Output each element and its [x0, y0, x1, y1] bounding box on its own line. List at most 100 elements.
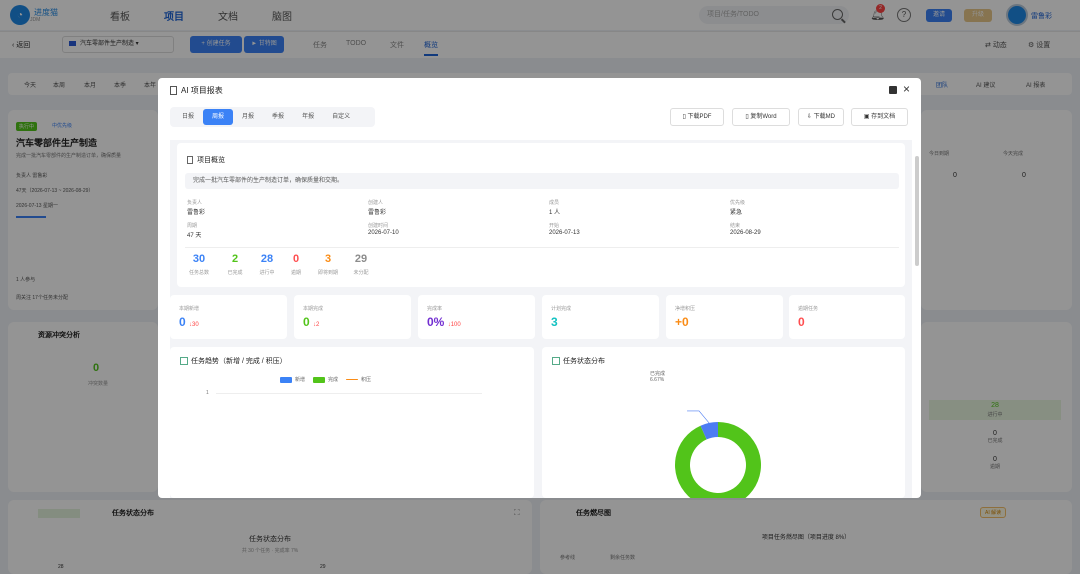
meta-period-label: 周期: [187, 223, 198, 229]
trend-legend: 新增 完成 积压: [280, 376, 371, 383]
meta-created-label: 创建时间: [368, 223, 389, 229]
kpi-backlog: 净增积压 +0: [666, 295, 783, 339]
stat-total: 30: [192, 253, 206, 265]
kpi-completed-value: 0 ↓2: [303, 315, 319, 329]
pie-label-leader: [687, 410, 710, 424]
kpi-planned-value: 3: [551, 315, 558, 329]
save-to-doc-button[interactable]: ▣ 存到文档: [851, 108, 908, 126]
kpi-completed-delta: ↓2: [313, 322, 320, 328]
stat-done: 2: [231, 253, 239, 265]
overview-desc: 完成一批汽车零部件的生产制造订单，确保质量和交期。: [185, 173, 899, 189]
ai-report-modal: AI 项目报表 × 日报 周报 月报 季报 年报 自定义 ▯ 下载PDF ▯ 复…: [158, 78, 921, 498]
kpi-rate: 完成率 0% ↓100: [418, 295, 535, 339]
meta-members: 1 人: [549, 210, 561, 216]
kpi-rate-label: 完成率: [427, 306, 443, 312]
stat-doing: 28: [260, 253, 274, 265]
save-to-doc-label: 存到文档: [871, 114, 896, 120]
kpi-backlog-value: +0: [675, 315, 689, 329]
kpi-overdue-number: 0: [798, 315, 805, 329]
legend-swatch-backlog: [346, 379, 359, 380]
download-md-label: 下载MD: [813, 114, 836, 120]
meta-priority-label: 优先级: [730, 200, 746, 206]
legend-backlog[interactable]: 积压: [361, 376, 371, 383]
overview-title-text: 项目概览: [197, 157, 225, 164]
meta-created: 2026-07-10: [368, 230, 399, 236]
meta-creator-label: 创建人: [368, 200, 384, 206]
kpi-rate-number: 0%: [427, 315, 445, 329]
tab-quarterly[interactable]: 季报: [263, 109, 293, 125]
kpi-new-number: 0: [179, 315, 186, 329]
copy-word-button[interactable]: ▯ 复制Word: [732, 108, 790, 126]
tab-daily[interactable]: 日报: [173, 109, 203, 125]
report-content: 项目概览 完成一批汽车零部件的生产制造订单，确保质量和交期。 负责人 雷鲁彩 创…: [170, 140, 912, 498]
kpi-rate-value: 0% ↓100: [427, 315, 461, 329]
download-pdf-button[interactable]: ▯ 下载PDF: [670, 108, 724, 126]
pie-chart-icon: [552, 357, 560, 366]
meta-start-label: 开始: [549, 223, 560, 229]
trend-title: 任务趋势（新增 / 完成 / 积压）: [180, 356, 287, 366]
tab-monthly[interactable]: 月报: [233, 109, 263, 125]
stat-doing-label: 进行中: [259, 270, 275, 276]
clipboard-icon: [187, 156, 193, 165]
legend-swatch-new: [280, 376, 292, 383]
overview-divider: [185, 247, 899, 248]
kpi-overdue: 逾期任务 0: [789, 295, 905, 339]
pie-title: 任务状态分布: [552, 356, 605, 366]
legend-new[interactable]: 新增: [295, 376, 305, 383]
download-md-button[interactable]: ⇩ 下载MD: [798, 108, 844, 126]
legend-done[interactable]: 完成: [328, 376, 338, 383]
kpi-overdue-label: 逾期任务: [798, 306, 819, 312]
stat-due-soon-label: 即将到期: [317, 270, 338, 276]
kpi-new-value: 0 ↓30: [179, 315, 199, 329]
trend-grid-line: [216, 393, 482, 394]
kpi-new-label: 本期新增: [179, 306, 200, 312]
minimize-icon[interactable]: [889, 86, 897, 94]
trend-title-text: 任务趋势（新增 / 完成 / 积压）: [191, 358, 287, 365]
kpi-planned-label: 计划完成: [551, 306, 572, 312]
kpi-backlog-number: +0: [675, 315, 689, 329]
document-icon: [170, 86, 177, 96]
meta-end: 2026-08-29: [730, 230, 761, 236]
kpi-rate-delta: ↓100: [447, 322, 461, 328]
stat-overdue: 0: [292, 253, 300, 265]
trend-chart-icon: [180, 357, 188, 366]
meta-start: 2026-07-13: [549, 230, 580, 236]
meta-owner: 雷鲁彩: [187, 210, 206, 216]
meta-end-label: 结束: [730, 223, 741, 229]
meta-period: 47 天: [187, 233, 202, 239]
download-pdf-label: 下载PDF: [687, 114, 712, 120]
modal-scrollbar[interactable]: [915, 156, 919, 266]
tab-yearly[interactable]: 年报: [293, 109, 323, 125]
modal-title-text: AI 项目报表: [181, 86, 223, 95]
legend-swatch-done: [313, 376, 326, 383]
stat-due-soon: 3: [324, 253, 332, 265]
kpi-planned: 计划完成 3: [542, 295, 659, 339]
kpi-new-delta: ↓30: [189, 322, 199, 328]
copy-word-label: 复制Word: [750, 114, 777, 120]
status-pie-card: 任务状态分布 已完成 6.67%: [542, 347, 905, 498]
meta-members-label: 成员: [549, 200, 560, 206]
overview-card: 项目概览 完成一批汽车零部件的生产制造订单，确保质量和交期。 负责人 雷鲁彩 创…: [177, 143, 905, 287]
pie-title-text: 任务状态分布: [563, 358, 605, 365]
trend-chart-card: 任务趋势（新增 / 完成 / 积压） 新增 完成 积压 1: [170, 347, 534, 498]
stat-overdue-label: 逾期: [290, 270, 301, 276]
stat-unassigned-label: 未分配: [353, 270, 369, 276]
kpi-completed-label: 本期完成: [303, 306, 324, 312]
kpi-overdue-value: 0: [798, 315, 805, 329]
tab-custom[interactable]: 自定义: [323, 109, 359, 125]
trend-y-tick: 1: [206, 390, 209, 396]
meta-priority: 紧急: [730, 210, 743, 216]
kpi-completed: 本期完成 0 ↓2: [294, 295, 411, 339]
stat-unassigned: 29: [354, 253, 368, 265]
kpi-new: 本期新增 0 ↓30: [170, 295, 287, 339]
kpi-backlog-label: 净增积压: [675, 306, 696, 312]
stat-total-label: 任务总数: [188, 270, 209, 276]
stat-done-label: 已完成: [227, 270, 243, 276]
kpi-completed-number: 0: [303, 315, 310, 329]
meta-creator: 雷鲁彩: [368, 210, 387, 216]
meta-owner-label: 负责人: [187, 200, 203, 206]
status-donut: [675, 410, 761, 498]
overview-title: 项目概览: [187, 155, 225, 165]
close-icon[interactable]: ×: [903, 82, 910, 96]
tab-weekly[interactable]: 周报: [203, 109, 234, 125]
